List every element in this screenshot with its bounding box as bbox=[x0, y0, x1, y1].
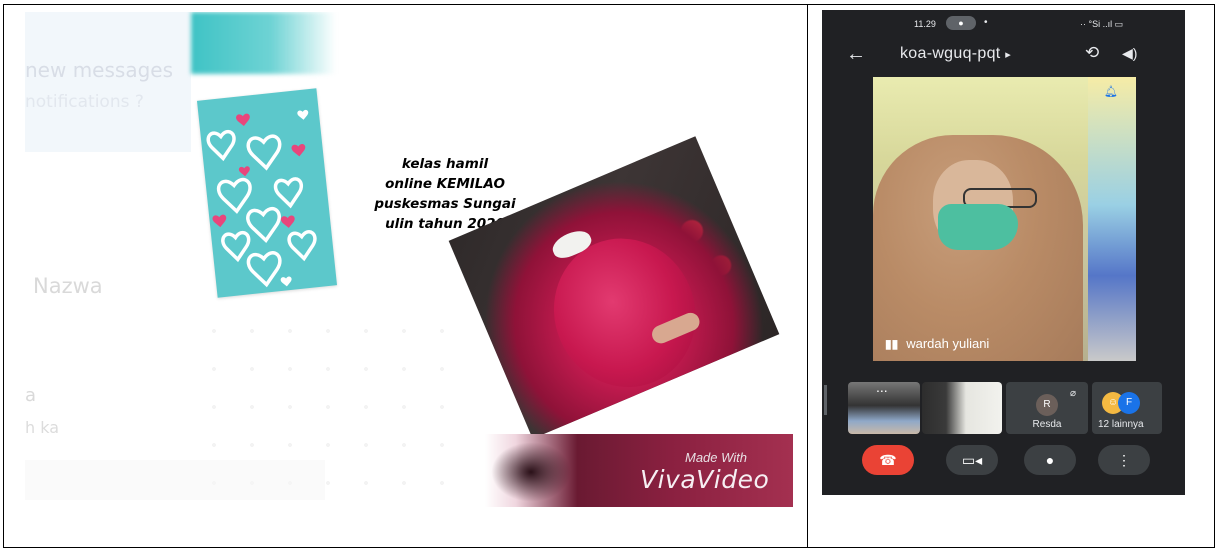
call-controls: ☎ ▭◂ ● ⋮ bbox=[822, 445, 1185, 481]
avatar: F bbox=[1118, 392, 1140, 414]
meet-header: ← koa-wguq-pqt ▸ ⟲ ◀) bbox=[822, 40, 1185, 70]
participant-thumbnails: ... ⌀ R Resda ☺ F 12 lainnya bbox=[822, 382, 1185, 434]
caption-line-3: puskesmas Sungai bbox=[374, 196, 516, 212]
audio-level-icon: ▮▮ bbox=[885, 337, 899, 351]
hearts-pattern-icon bbox=[206, 109, 317, 288]
caption-line-1: kelas hamil bbox=[401, 156, 489, 172]
background-shelf bbox=[1088, 77, 1136, 361]
thumbnail-name: Resda bbox=[1032, 419, 1062, 430]
meet-phone-screen: 11.29 ● • ·· °Si ..ıl ▭ ← koa-wguq-pqt ▸… bbox=[822, 10, 1185, 495]
overlay-ghost-panel bbox=[25, 12, 191, 152]
thumbnail-video-2[interactable] bbox=[922, 382, 1002, 434]
ghost-text-hka: h ka bbox=[25, 418, 60, 437]
meeting-code[interactable]: koa-wguq-pqt ▸ bbox=[900, 45, 1011, 63]
status-time: 11.29 bbox=[914, 19, 936, 29]
status-dot: • bbox=[984, 17, 988, 28]
signal-battery-icon: ·· °Si ..ıl ▭ bbox=[1080, 19, 1124, 29]
thumbnail-others[interactable]: ☺ F 12 lainnya bbox=[1092, 382, 1162, 434]
more-vert-icon: ⋮ bbox=[1117, 452, 1131, 468]
thumbnail-video-1[interactable]: ... bbox=[848, 382, 920, 434]
caption-line-2: online KEMILAO bbox=[385, 176, 505, 192]
mic-toggle-button[interactable]: ● bbox=[1024, 445, 1076, 475]
watermark-vivavideo: VivaVideo bbox=[640, 465, 770, 494]
column-divider bbox=[807, 4, 808, 548]
camera-toggle-button[interactable]: ▭◂ bbox=[946, 445, 998, 475]
status-bar: 11.29 ● • ·· °Si ..ıl ▭ bbox=[822, 14, 1185, 34]
ghost-text-notifications: notifications ? bbox=[25, 92, 144, 112]
call-end-icon: ☎ bbox=[879, 452, 897, 468]
participant-video bbox=[873, 135, 1083, 361]
ghost-text-a: a bbox=[25, 385, 37, 406]
mic-off-icon: ⌀ bbox=[1069, 388, 1076, 399]
pin-icon[interactable]: 🔔︎ bbox=[1104, 85, 1118, 98]
mic-icon: ● bbox=[1045, 452, 1055, 468]
ghost-text-name: Nazwa bbox=[33, 274, 103, 298]
avatar: R bbox=[1036, 394, 1058, 416]
end-call-button[interactable]: ☎ bbox=[862, 445, 914, 475]
main-participant-tile[interactable]: 🔔︎ ▮▮ wardah yuliani bbox=[873, 77, 1136, 361]
teal-blur-accent bbox=[191, 12, 336, 74]
more-options-button[interactable]: ⋮ bbox=[1098, 445, 1150, 475]
thumbnail-resda[interactable]: ⌀ R Resda bbox=[1006, 382, 1088, 434]
meeting-code-text: koa-wguq-pqt bbox=[900, 45, 1001, 62]
camera-flip-icon[interactable]: ⟲ bbox=[1085, 43, 1099, 63]
ghost-text-messages: new messages bbox=[25, 58, 173, 82]
chevron-right-icon: ▸ bbox=[1005, 49, 1012, 61]
transition-blur bbox=[491, 442, 571, 502]
ghost-bottom-bar bbox=[25, 460, 325, 500]
heart-greeting-card bbox=[196, 88, 338, 298]
slideshow-video-frame: new messages notifications ? Nazwa a h k… bbox=[25, 12, 793, 507]
videocam-icon: ▭◂ bbox=[961, 452, 983, 468]
face-mask-shape bbox=[938, 204, 1018, 250]
mic-icon: ● bbox=[946, 16, 976, 30]
participant-name: wardah yuliani bbox=[906, 336, 990, 351]
others-count: 12 lainnya bbox=[1098, 419, 1144, 430]
participant-face bbox=[933, 160, 1037, 250]
arrow-back-icon[interactable]: ← bbox=[846, 43, 866, 66]
participant-name-tag: ▮▮ wardah yuliani bbox=[885, 336, 989, 351]
more-options-icon[interactable]: ... bbox=[876, 382, 888, 395]
watermark-made-with: Made With bbox=[685, 450, 748, 465]
speaker-icon[interactable]: ◀) bbox=[1122, 45, 1137, 62]
